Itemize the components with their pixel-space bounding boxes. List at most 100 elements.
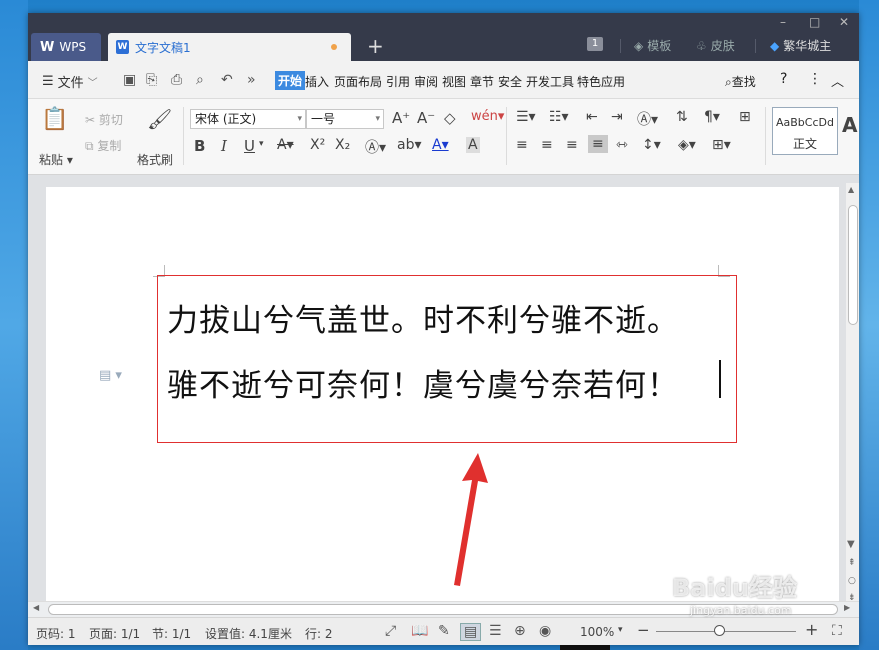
cut-button[interactable]: ✂ 剪切 [85, 111, 123, 128]
paragraph-layout-icon[interactable]: ▤ ▾ [99, 368, 122, 383]
bullet-list-icon[interactable]: ☰▾ [516, 109, 536, 125]
document-tab[interactable]: W 文字文稿1 [108, 33, 351, 61]
show-hide-marks-icon[interactable]: ¶▾ [704, 109, 720, 125]
borders-icon[interactable]: ⊞▾ [712, 137, 731, 153]
sort-icon[interactable]: ⇅ [676, 109, 688, 125]
paste-button[interactable]: 粘贴 ▾ [39, 151, 73, 168]
chevron-down-icon[interactable]: ▾ [618, 625, 623, 635]
paste-icon[interactable]: 📋 [41, 107, 68, 132]
asian-layout-icon[interactable]: Ⓐ▾ [637, 109, 658, 129]
more-quick-access-icon[interactable]: » [247, 72, 256, 88]
shrink-font-icon[interactable]: A⁻ [417, 109, 435, 127]
eye-protection-icon[interactable]: ◉ [539, 623, 551, 639]
bold-button[interactable]: B [194, 137, 205, 155]
tab-review[interactable]: 审阅 [414, 73, 438, 90]
account-button[interactable]: ◆ 繁华城主 [770, 37, 831, 54]
tab-page-layout[interactable]: 页面布局 [334, 73, 382, 90]
export-icon[interactable]: ⎘ [146, 72, 157, 88]
save-icon[interactable]: ▣ [123, 72, 136, 88]
shading-icon[interactable]: ◈▾ [678, 137, 696, 153]
outline-view-icon[interactable]: ☰ [489, 623, 502, 639]
close-button[interactable]: ✕ [839, 15, 849, 29]
chevron-down-icon: ▾ [375, 114, 380, 124]
italic-button[interactable]: I [221, 137, 227, 155]
file-menu[interactable]: ☰ 文件 ﹀ [42, 72, 98, 91]
grow-font-icon[interactable]: A⁺ [392, 109, 410, 127]
copy-button[interactable]: ⧉ 复制 [85, 137, 121, 154]
strikethrough-icon[interactable]: A▾ [277, 137, 294, 153]
tab-featured[interactable]: 特色应用 [577, 73, 625, 90]
collapse-ribbon-button[interactable]: ︿ [831, 71, 844, 90]
superscript-icon[interactable]: X² [310, 137, 325, 153]
tab-chapter[interactable]: 章节 [470, 73, 494, 90]
scroll-left-icon[interactable]: ◀ [33, 603, 39, 612]
minimize-button[interactable]: – [780, 15, 786, 29]
zoom-level[interactable]: 100% [580, 625, 614, 639]
phonetic-guide-icon[interactable]: wén▾ [471, 109, 504, 124]
template-button[interactable]: ◈ 模板 [634, 37, 671, 54]
more-menu-button[interactable]: ⋮ [808, 71, 822, 87]
tab-insert[interactable]: 插入 [305, 73, 329, 90]
font-color-icon[interactable]: A▾ [432, 137, 449, 153]
decrease-indent-icon[interactable]: ⇤ [586, 109, 598, 125]
help-button[interactable]: ? [780, 71, 787, 87]
font-size-select[interactable]: 一号 ▾ [306, 109, 384, 129]
scroll-up-icon[interactable]: ▲ [848, 185, 854, 194]
style-normal-button[interactable]: AaBbCcDd 正文 [772, 107, 838, 155]
skin-button[interactable]: ♧ 皮肤 [696, 37, 735, 54]
maximize-button[interactable]: □ [809, 15, 820, 29]
tab-references[interactable]: 引用 [386, 73, 410, 90]
table-grid-icon[interactable]: ⊞ [739, 109, 751, 125]
print-icon[interactable]: ⎙ [171, 72, 182, 88]
chevron-down-icon[interactable]: ▾ [259, 139, 264, 149]
web-view-icon[interactable]: ⊕ [514, 623, 526, 639]
select-browse-object-icon[interactable]: ○ [848, 576, 856, 586]
vertical-scrollbar[interactable]: ▲ ▼ ⇞ ○ ⇟ [846, 183, 859, 608]
tab-security[interactable]: 安全 [498, 73, 522, 90]
zoom-slider-thumb[interactable] [714, 625, 726, 636]
tab-home[interactable]: 开始 [275, 71, 306, 90]
fit-window-icon[interactable]: ⛶ [832, 623, 842, 639]
new-tab-button[interactable]: + [367, 35, 384, 57]
font-name-select[interactable]: 宋体 (正文) ▾ [190, 109, 306, 129]
document-line-1[interactable]: 力拔山兮气盖世。时不利兮骓不逝。 [167, 295, 679, 340]
justify-icon[interactable]: ≡ [588, 135, 608, 153]
format-painter-button[interactable]: 格式刷 [137, 151, 173, 168]
window-count[interactable]: 1 [587, 37, 603, 51]
undo-icon[interactable]: ↶ [221, 72, 233, 88]
tab-developer[interactable]: 开发工具 [526, 73, 574, 90]
char-shading-icon[interactable]: A [466, 137, 480, 153]
numbered-list-icon[interactable]: ☷▾ [549, 109, 569, 125]
tab-view[interactable]: 视图 [442, 73, 466, 90]
format-painter-icon[interactable]: 🖌 [147, 107, 172, 131]
vertical-scroll-thumb[interactable] [848, 205, 858, 325]
highlight-icon[interactable]: ab▾ [397, 137, 422, 153]
distribute-icon[interactable]: ⇿ [616, 137, 628, 153]
underline-button[interactable]: U [244, 137, 255, 155]
zoom-slider[interactable] [656, 631, 796, 632]
search-button[interactable]: ⌕查找 [725, 73, 756, 90]
align-right-icon[interactable]: ≡ [566, 137, 578, 153]
zoom-out-button[interactable]: − [637, 621, 650, 639]
fullscreen-icon[interactable]: ⤢ [385, 623, 396, 639]
scroll-down-icon[interactable]: ▼ [847, 539, 855, 550]
clear-format-icon[interactable]: ◇ [444, 109, 456, 127]
line-spacing-icon[interactable]: ↕▾ [642, 137, 661, 153]
reading-mode-icon[interactable]: 📖 [411, 623, 428, 639]
increase-indent-icon[interactable]: ⇥ [611, 109, 623, 125]
account-name: 繁华城主 [783, 39, 832, 53]
subscript-icon[interactable]: X₂ [335, 137, 350, 153]
wps-home-tab[interactable]: W WPS [31, 33, 101, 61]
scroll-right-icon[interactable]: ▶ [844, 603, 850, 612]
align-center-icon[interactable]: ≡ [541, 137, 553, 153]
align-left-icon[interactable]: ≡ [516, 137, 528, 153]
edit-mode-icon[interactable]: ✎ [438, 623, 450, 639]
font-name-value: 宋体 (正文) [195, 112, 257, 126]
print-preview-icon[interactable]: ⌕ [196, 72, 204, 88]
zoom-in-button[interactable]: + [805, 620, 818, 639]
prev-page-icon[interactable]: ⇞ [848, 558, 856, 568]
style-gallery-next[interactable]: A [842, 113, 857, 137]
document-line-2[interactable]: 骓不逝兮可奈何！虞兮虞兮奈若何！ [167, 360, 679, 405]
page-view-icon[interactable]: ▤ [460, 623, 482, 641]
text-effect-icon[interactable]: Ⓐ▾ [365, 137, 386, 157]
